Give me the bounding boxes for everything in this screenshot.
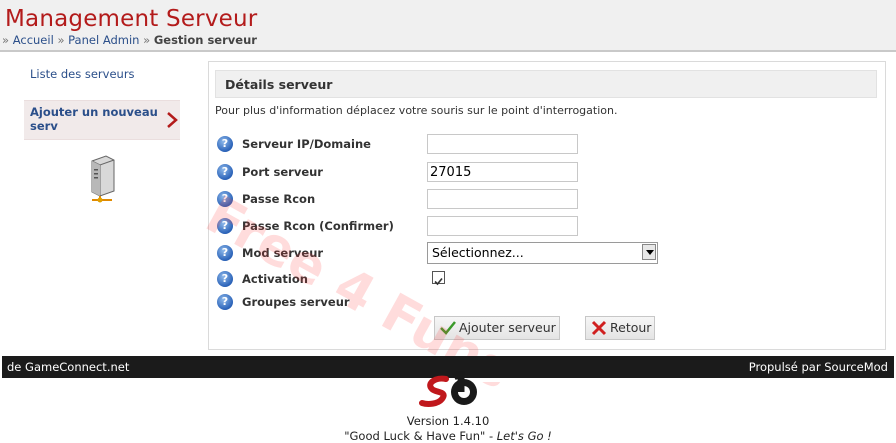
- help-icon[interactable]: ?: [217, 294, 233, 310]
- checkmark-icon: [440, 321, 456, 335]
- rcon-confirm-label: Passe Rcon (Confirmer): [242, 219, 394, 233]
- breadcrumb: » Accueil » Panel Admin » Gestion serveu…: [2, 33, 257, 47]
- field-row-server-mod: ? Mod serveur Sélectionnez...: [217, 242, 877, 265]
- help-icon[interactable]: ?: [217, 136, 233, 152]
- sidebar-item-label: Ajouter un nouveau serv: [30, 105, 158, 133]
- version-text: Version 1.4.10: [406, 414, 490, 428]
- activation-checkbox[interactable]: [432, 271, 445, 286]
- breadcrumb-home-link[interactable]: Accueil: [13, 33, 54, 47]
- field-row-server-port: ? Port serveur: [217, 162, 877, 184]
- page-header: Management Serveur » Accueil » Panel Adm…: [0, 0, 896, 52]
- tagline-dash: -: [485, 429, 497, 443]
- chevron-down-icon[interactable]: [642, 244, 656, 260]
- server-mod-select[interactable]: Sélectionnez...: [427, 242, 658, 264]
- sidebar-item-add-server[interactable]: Ajouter un nouveau serv: [24, 100, 180, 140]
- footer-credit-right: Propulsé par SourceMod: [748, 360, 888, 374]
- chevron-right-icon: [167, 112, 178, 128]
- help-icon[interactable]: ?: [217, 271, 233, 287]
- field-row-server-groups: ? Groupes serveur: [217, 292, 877, 314]
- breadcrumb-admin-link[interactable]: Panel Admin: [68, 33, 139, 47]
- page-title: Management Serveur: [5, 6, 258, 32]
- help-icon[interactable]: ?: [217, 191, 233, 207]
- field-row-activation: ? Activation: [217, 269, 877, 291]
- sidebar-item-server-list[interactable]: Liste des serveurs: [24, 62, 180, 100]
- footer-credit-left: de GameConnect.net: [7, 360, 130, 374]
- server-mod-label: Mod serveur: [242, 246, 324, 260]
- field-row-server-ip: ? Serveur IP/Domaine: [217, 134, 877, 156]
- checkmark-icon: [434, 277, 443, 286]
- server-ip-input[interactable]: [427, 134, 578, 154]
- breadcrumb-separator: »: [2, 33, 10, 47]
- add-server-button[interactable]: Ajouter serveur: [434, 316, 560, 340]
- panel-title: Détails serveur: [225, 77, 333, 92]
- tagline-quote: "Good Luck & Have Fun": [344, 429, 486, 443]
- close-icon: [591, 320, 607, 336]
- rcon-password-input[interactable]: [427, 189, 578, 209]
- server-mod-selected-value: Sélectionnez...: [432, 245, 524, 260]
- help-icon[interactable]: ?: [217, 164, 233, 180]
- server-port-input[interactable]: [427, 162, 578, 182]
- server-icon: [91, 155, 115, 203]
- breadcrumb-current: Gestion serveur: [153, 33, 257, 47]
- tagline: "Good Luck & Have Fun" - Let's Go !: [0, 429, 896, 443]
- back-button[interactable]: Retour: [585, 316, 655, 340]
- breadcrumb-separator: »: [57, 33, 65, 47]
- sidebar: Liste des serveurs Ajouter un nouveau se…: [24, 62, 180, 140]
- help-icon[interactable]: ?: [217, 218, 233, 234]
- activation-label: Activation: [242, 272, 308, 286]
- add-server-button-label: Ajouter serveur: [459, 320, 556, 335]
- help-icon[interactable]: ?: [217, 245, 233, 261]
- server-ip-label: Serveur IP/Domaine: [242, 137, 371, 151]
- back-button-label: Retour: [610, 320, 652, 335]
- tagline-emphasis: Let's Go !: [496, 429, 552, 443]
- panel-header: Détails serveur: [215, 70, 877, 98]
- rcon-confirm-input[interactable]: [427, 216, 578, 236]
- help-info-text: Pour plus d'information déplacez votre s…: [215, 104, 618, 117]
- field-row-rcon-password: ? Passe Rcon: [217, 189, 877, 211]
- server-details-panel: Détails serveur Pour plus d'information …: [208, 61, 886, 350]
- rcon-password-label: Passe Rcon: [242, 192, 316, 206]
- server-port-label: Port serveur: [242, 165, 323, 179]
- server-groups-label: Groupes serveur: [242, 295, 350, 309]
- sourcebans-logo: [419, 371, 477, 407]
- breadcrumb-separator: »: [143, 33, 151, 47]
- field-row-rcon-confirm: ? Passe Rcon (Confirmer): [217, 216, 877, 238]
